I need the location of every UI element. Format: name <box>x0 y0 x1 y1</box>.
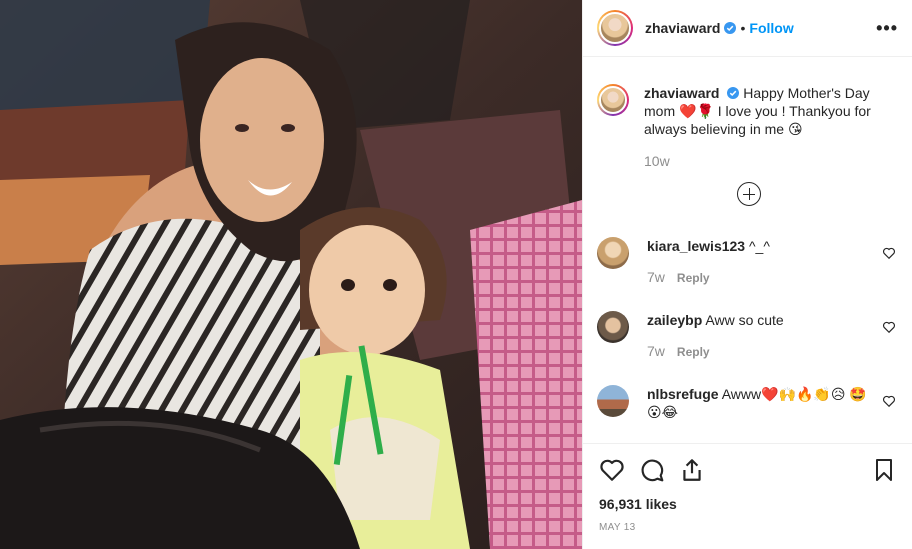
comment-item: kiara_lewis123 ^_^ 7w Reply <box>597 237 896 287</box>
verified-badge-icon <box>727 87 740 99</box>
caption-avatar[interactable] <box>597 84 629 116</box>
caption-time[interactable]: 10w <box>644 152 884 170</box>
comment-text: Aww so cute <box>705 312 784 328</box>
post-sidebar: zhaviaward • Follow ••• zhaviaward Happy… <box>582 0 912 549</box>
author-username[interactable]: zhaviaward <box>645 20 720 36</box>
like-heart-icon[interactable] <box>599 457 625 483</box>
save-bookmark-icon[interactable] <box>872 458 896 482</box>
post-actions: 96,931 likes MAY 13 <box>583 443 912 533</box>
caption-username[interactable]: zhaviaward <box>644 85 719 101</box>
commenter-avatar[interactable] <box>597 385 629 417</box>
load-more-comments-icon[interactable] <box>737 182 761 206</box>
reply-button[interactable]: Reply <box>677 345 710 359</box>
comment-bubble-icon[interactable] <box>639 457 665 483</box>
caption: zhaviaward Happy Mother's Day mom ❤️🌹 I … <box>583 57 912 170</box>
commenter-avatar[interactable] <box>597 311 629 343</box>
post-photo[interactable] <box>0 0 582 549</box>
comment-like-heart-icon[interactable] <box>882 320 896 334</box>
instagram-post: zhaviaward • Follow ••• zhaviaward Happy… <box>0 0 912 549</box>
commenter-avatar[interactable] <box>597 237 629 269</box>
caption-emoji-hearts: ❤️🌹 <box>679 103 714 119</box>
author-avatar[interactable] <box>597 10 633 46</box>
comment-time[interactable]: 7w <box>647 343 665 359</box>
comments-section: zhaviaward Happy Mother's Day mom ❤️🌹 I … <box>583 57 912 443</box>
post-header: zhaviaward • Follow ••• <box>583 0 912 57</box>
comment-username[interactable]: nlbsrefuge <box>647 386 719 402</box>
reply-button[interactable]: Reply <box>677 271 710 285</box>
follow-button[interactable]: Follow <box>749 20 793 36</box>
share-icon[interactable] <box>679 457 705 483</box>
comment-item: nlbsrefuge Awww❤️🙌🔥👏😥 🤩😮😂 <box>597 385 896 421</box>
post-date[interactable]: MAY 13 <box>599 522 896 533</box>
caption-text: zhaviaward Happy Mother's Day mom ❤️🌹 I … <box>644 84 884 170</box>
comment-like-heart-icon[interactable] <box>882 394 896 408</box>
comment-username[interactable]: zaileybp <box>647 312 702 328</box>
comment-item: zaileybp Aww so cute 7w Reply <box>597 311 896 361</box>
comment-like-heart-icon[interactable] <box>882 246 896 260</box>
caption-emoji-end: 😘 <box>787 121 803 137</box>
separator-dot: • <box>740 20 746 36</box>
comment-time[interactable]: 7w <box>647 269 665 285</box>
likes-count[interactable]: 96,931 likes <box>599 496 896 512</box>
comment-text: ^_^ <box>748 238 770 254</box>
comment-username[interactable]: kiara_lewis123 <box>647 238 745 254</box>
more-options-icon[interactable]: ••• <box>876 19 898 37</box>
verified-badge-icon <box>724 22 737 34</box>
photo-illustration <box>0 0 582 549</box>
